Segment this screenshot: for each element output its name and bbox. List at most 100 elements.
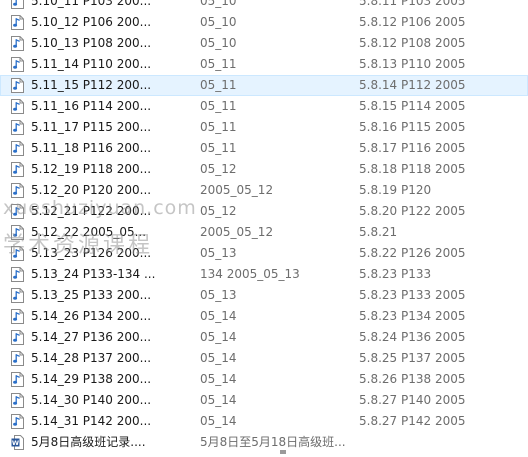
file-title: 5.8.11 P103 2005 — [359, 0, 466, 8]
file-album: 05_13 — [200, 288, 237, 302]
file-name: 5月8日高级班记录.... — [31, 435, 146, 449]
file-name: 5.14_28 P137 200... — [31, 351, 152, 365]
audio-file-icon — [11, 330, 24, 345]
file-title: 5.8.13 P110 2005 — [359, 57, 466, 71]
file-row[interactable]: 5.11_14 P110 200... 05_11 5.8.13 P110 2005 — [0, 54, 528, 75]
audio-file-icon — [11, 141, 24, 156]
file-album: 05_11 — [200, 78, 237, 92]
file-album: 05_10 — [200, 36, 237, 50]
file-name: 5.11_15 P112 200... — [31, 78, 152, 92]
file-album: 2005_05_12 — [200, 225, 274, 239]
file-row[interactable]: 5.12_20 P120 200... 2005_05_12 5.8.19 P120 — [0, 180, 528, 201]
file-row[interactable]: 5.14_31 P142 200... 05_14 5.8.27 P142 2005 — [0, 411, 528, 432]
file-name: 5.12_21 P122 200... — [31, 204, 152, 218]
audio-file-icon — [11, 78, 24, 93]
file-album: 05_14 — [200, 372, 237, 386]
file-name: 5.10_12 P106 200... — [31, 15, 152, 29]
file-album: 05_12 — [200, 162, 237, 176]
file-row[interactable]: 5.10_13 P108 200... 05_10 5.8.12 P108 2005 — [0, 33, 528, 54]
audio-file-icon — [11, 15, 24, 30]
file-title: 5.8.12 P106 2005 — [359, 15, 466, 29]
file-title: 5.8.27 P142 2005 — [359, 414, 466, 428]
file-row[interactable]: 5.12_22 2005_05... 2005_05_12 5.8.21 — [0, 222, 528, 243]
file-row[interactable]: 5.14_29 P138 200... 05_14 5.8.26 P138 2005 — [0, 369, 528, 390]
audio-file-icon — [11, 36, 24, 51]
file-name: 5.11_16 P114 200... — [31, 99, 152, 113]
file-row[interactable]: 5.11_16 P114 200... 05_11 5.8.15 P114 2005 — [0, 96, 528, 117]
audio-file-icon — [11, 57, 24, 72]
file-row[interactable]: 5.14_28 P137 200... 05_14 5.8.25 P137 2005 — [0, 348, 528, 369]
file-name: 5.14_30 P140 200... — [31, 393, 152, 407]
file-name: 5.11_17 P115 200... — [31, 120, 152, 134]
file-title: 5.8.12 P108 2005 — [359, 36, 466, 50]
audio-file-icon — [11, 225, 24, 240]
file-album: 05_11 — [200, 120, 237, 134]
file-row[interactable]: 5.13_25 P133 200... 05_13 5.8.23 P133 2005 — [0, 285, 528, 306]
file-album: 05_14 — [200, 330, 237, 344]
audio-file-icon — [11, 0, 24, 9]
file-name: 5.10_13 P108 200... — [31, 36, 152, 50]
file-row[interactable]: 5.14_26 P134 200... 05_14 5.8.23 P134 2005 — [0, 306, 528, 327]
file-row[interactable]: 5.12_21 P122 200... 05_12 5.8.20 P122 2005 — [0, 201, 528, 222]
file-name: 5.13_25 P133 200... — [31, 288, 152, 302]
file-row[interactable]: 5.14_27 P136 200... 05_14 5.8.24 P136 2005 — [0, 327, 528, 348]
file-name: 5.14_29 P138 200... — [31, 372, 152, 386]
file-row[interactable]: 5.12_19 P118 200... 05_12 5.8.18 P118 2005 — [0, 159, 528, 180]
file-album: 05_11 — [200, 141, 237, 155]
file-row[interactable]: 5.10_11 P103 200... 05_10 5.8.11 P103 2005 — [0, 0, 528, 12]
file-album: 5月8日至5月18日高级班... — [200, 435, 346, 449]
audio-file-icon — [11, 204, 24, 219]
file-row[interactable]: 5.13_23 P126 200... 05_13 5.8.22 P126 2005 — [0, 243, 528, 264]
file-row[interactable]: 5.11_15 P112 200... 05_11 5.8.14 P112 2005 — [0, 75, 528, 96]
file-name: 5.12_20 P120 200... — [31, 183, 152, 197]
audio-file-icon — [11, 162, 24, 177]
file-title: 5.8.23 P133 — [359, 267, 432, 281]
file-row[interactable]: 5.11_17 P115 200... 05_11 5.8.16 P115 2005 — [0, 117, 528, 138]
file-title: 5.8.23 P133 2005 — [359, 288, 466, 302]
file-album: 05_14 — [200, 309, 237, 323]
file-name: 5.10_11 P103 200... — [31, 0, 152, 8]
audio-file-icon — [11, 414, 24, 429]
file-album: 05_11 — [200, 57, 237, 71]
audio-file-icon — [11, 372, 24, 387]
file-title: 5.8.18 P118 2005 — [359, 162, 466, 176]
file-title: 5.8.16 P115 2005 — [359, 120, 466, 134]
file-album: 05_12 — [200, 204, 237, 218]
file-album: 05_10 — [200, 0, 237, 8]
file-album: 05_11 — [200, 99, 237, 113]
audio-file-icon — [11, 246, 24, 261]
file-row[interactable]: 5.13_24 P133-134 ... 134 2005_05_13 5.8.23… — [0, 264, 528, 285]
file-name: 5.13_23 P126 200... — [31, 246, 152, 260]
file-row[interactable]: 5.14_30 P140 200... 05_14 5.8.27 P140 2005 — [0, 390, 528, 411]
file-title: 5.8.20 P122 2005 — [359, 204, 466, 218]
file-album: 2005_05_12 — [200, 183, 274, 197]
audio-file-icon — [11, 288, 24, 303]
file-album: 05_14 — [200, 351, 237, 365]
file-name: 5.14_31 P142 200... — [31, 414, 152, 428]
file-name: 5.14_26 P134 200... — [31, 309, 152, 323]
file-album: 05_14 — [200, 393, 237, 407]
file-title: 5.8.27 P140 2005 — [359, 393, 466, 407]
audio-file-icon — [11, 351, 24, 366]
file-list: 5.10_11 P103 200... 05_10 5.8.11 P103 2005… — [0, 0, 528, 453]
file-title: 5.8.19 P120 — [359, 183, 432, 197]
audio-file-icon — [11, 309, 24, 324]
file-title: 5.8.14 P112 2005 — [359, 78, 466, 92]
file-title: 5.8.15 P114 2005 — [359, 99, 466, 113]
file-title: 5.8.26 P138 2005 — [359, 372, 466, 386]
file-name: 5.11_14 P110 200... — [31, 57, 152, 71]
file-album: 05_10 — [200, 15, 237, 29]
file-title: 5.8.17 P116 2005 — [359, 141, 466, 155]
file-title: 5.8.23 P134 2005 — [359, 309, 466, 323]
audio-file-icon — [11, 393, 24, 408]
file-row[interactable]: 5.10_12 P106 200... 05_10 5.8.12 P106 2005 — [0, 12, 528, 33]
file-title: 5.8.22 P126 2005 — [359, 246, 466, 260]
audio-file-icon — [11, 120, 24, 135]
audio-file-icon — [11, 183, 24, 198]
file-row[interactable]: 5.11_18 P116 200... 05_11 5.8.17 P116 2005 — [0, 138, 528, 159]
svg-text:W: W — [12, 439, 19, 447]
file-name: 5.13_24 P133-134 ... — [31, 267, 156, 281]
scroll-indicator[interactable] — [280, 450, 286, 454]
audio-file-icon — [11, 99, 24, 114]
file-row[interactable]: W 5月8日高级班记录.... 5月8日至5月18日高级班... — [0, 432, 528, 453]
